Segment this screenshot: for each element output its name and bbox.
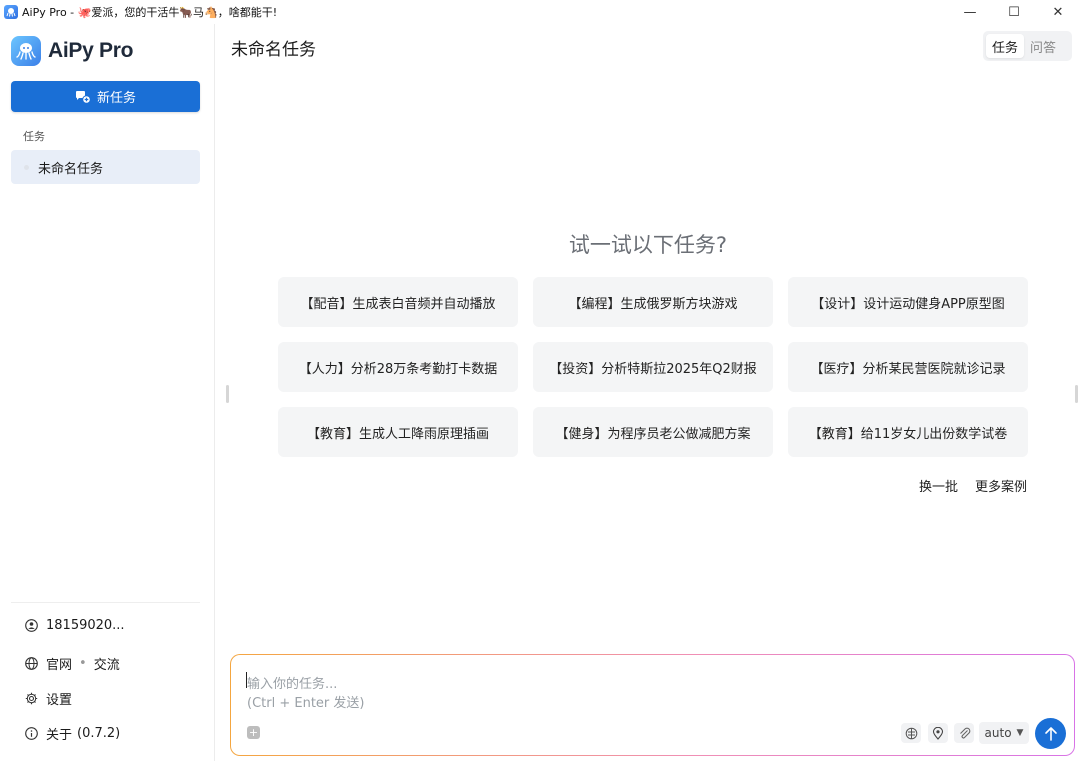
window-titlebar: AiPy Pro - 🐙爱派，您的干活牛🐂马🐴，啥都能干! — ☐ ✕ — [0, 0, 1080, 24]
tab-task[interactable]: 任务 — [986, 34, 1025, 58]
community-link[interactable]: 交流 — [94, 654, 120, 673]
task-composer: 输入你的任务... (Ctrl + Enter 发送) + auto ▼ — [230, 654, 1075, 756]
website-link[interactable]: 官网 — [46, 654, 72, 673]
brand-name: AiPy Pro — [48, 39, 134, 62]
suggestion-chip[interactable]: 【配音】生成表白音频并自动播放 — [278, 277, 518, 327]
suggestion-chip[interactable]: 【投资】分析特斯拉2025年Q2财报 — [533, 342, 773, 392]
right-resize-handle[interactable] — [1075, 385, 1078, 403]
info-icon — [24, 727, 38, 741]
task-input[interactable]: 输入你的任务... (Ctrl + Enter 发送) + auto ▼ — [231, 655, 1074, 755]
chevron-down-icon: ▼ — [1016, 728, 1024, 738]
more-examples-button[interactable]: 更多案例 — [975, 476, 1027, 495]
user-circle-icon — [24, 619, 38, 633]
location-pin-icon[interactable] — [928, 723, 948, 743]
model-select[interactable]: auto ▼ — [979, 722, 1029, 744]
suggestion-chip[interactable]: 【教育】给11岁女儿出份数学试卷 — [788, 407, 1028, 457]
suggestion-chip[interactable]: 【健身】为程序员老公做减肥方案 — [533, 407, 773, 457]
globe-icon — [24, 657, 38, 671]
horse-emoji-icon: 🐴 — [204, 6, 218, 19]
input-hint: (Ctrl + Enter 发送) — [247, 696, 365, 711]
sidebar-divider — [11, 602, 200, 603]
ox-emoji-icon: 🐂 — [179, 6, 194, 19]
chat-plus-icon — [75, 90, 91, 104]
tasks-section-label: 任务 — [23, 130, 45, 143]
task-list-item[interactable]: 未命名任务 — [11, 150, 200, 184]
mcp-tools-icon[interactable] — [901, 723, 921, 743]
app-icon — [4, 5, 18, 19]
suggestions-title: 试一试以下任务? — [568, 233, 728, 257]
octopus-emoji-icon: 🐙 — [77, 6, 92, 19]
attach-button[interactable]: + — [247, 726, 260, 739]
maximize-button[interactable]: ☐ — [992, 0, 1036, 24]
suggestion-chip[interactable]: 【编程】生成俄罗斯方块游戏 — [533, 277, 773, 327]
about-item[interactable]: 关于 (0.7.2) — [24, 724, 120, 743]
settings-item[interactable]: 设置 — [24, 689, 72, 708]
gear-icon — [24, 692, 38, 706]
mode-toggle: 任务 问答 — [983, 31, 1072, 61]
send-button[interactable] — [1035, 718, 1066, 749]
links-separator: • — [79, 656, 87, 671]
left-resize-handle[interactable] — [226, 385, 229, 403]
model-select-value: auto — [984, 726, 1012, 740]
account-item[interactable]: 18159020... — [24, 618, 125, 633]
suggestion-chip[interactable]: 【教育】生成人工降雨原理插画 — [278, 407, 518, 457]
suggestion-chip[interactable]: 【人力】分析28万条考勤打卡数据 — [278, 342, 518, 392]
settings-label: 设置 — [46, 693, 73, 708]
octopus-icon — [11, 36, 41, 66]
brand: AiPy Pro — [11, 36, 133, 66]
about-label: 关于 — [46, 728, 73, 743]
new-task-label: 新任务 — [96, 91, 136, 106]
version-label: (0.7.2) — [77, 726, 121, 741]
attachment-clip-icon[interactable] — [954, 723, 974, 743]
refresh-suggestions-button[interactable]: 换一批 — [919, 476, 958, 495]
suggestion-chip[interactable]: 【医疗】分析某民营医院就诊记录 — [788, 342, 1028, 392]
task-item-label: 未命名任务 — [38, 161, 104, 177]
tab-qa[interactable]: 问答 — [1024, 34, 1062, 58]
account-label: 18159020... — [46, 618, 125, 633]
suggestion-chip[interactable]: 【设计】设计运动健身APP原型图 — [788, 277, 1028, 327]
task-dot-icon — [24, 164, 29, 170]
minimize-button[interactable]: — — [948, 0, 992, 24]
page-title: 未命名任务 — [231, 40, 316, 60]
new-task-button[interactable]: 新任务 — [11, 81, 200, 112]
sidebar: AiPy Pro 新任务 任务 未命名任务 18159020... 官网 • 交… — [0, 24, 215, 761]
arrow-up-icon — [1044, 726, 1057, 741]
window-title: AiPy Pro - 🐙爱派，您的干活牛🐂马🐴，啥都能干! — [22, 6, 278, 19]
close-button[interactable]: ✕ — [1036, 0, 1080, 24]
links-row: 官网 • 交流 — [24, 654, 120, 673]
input-placeholder: 输入你的任务... — [247, 677, 338, 692]
